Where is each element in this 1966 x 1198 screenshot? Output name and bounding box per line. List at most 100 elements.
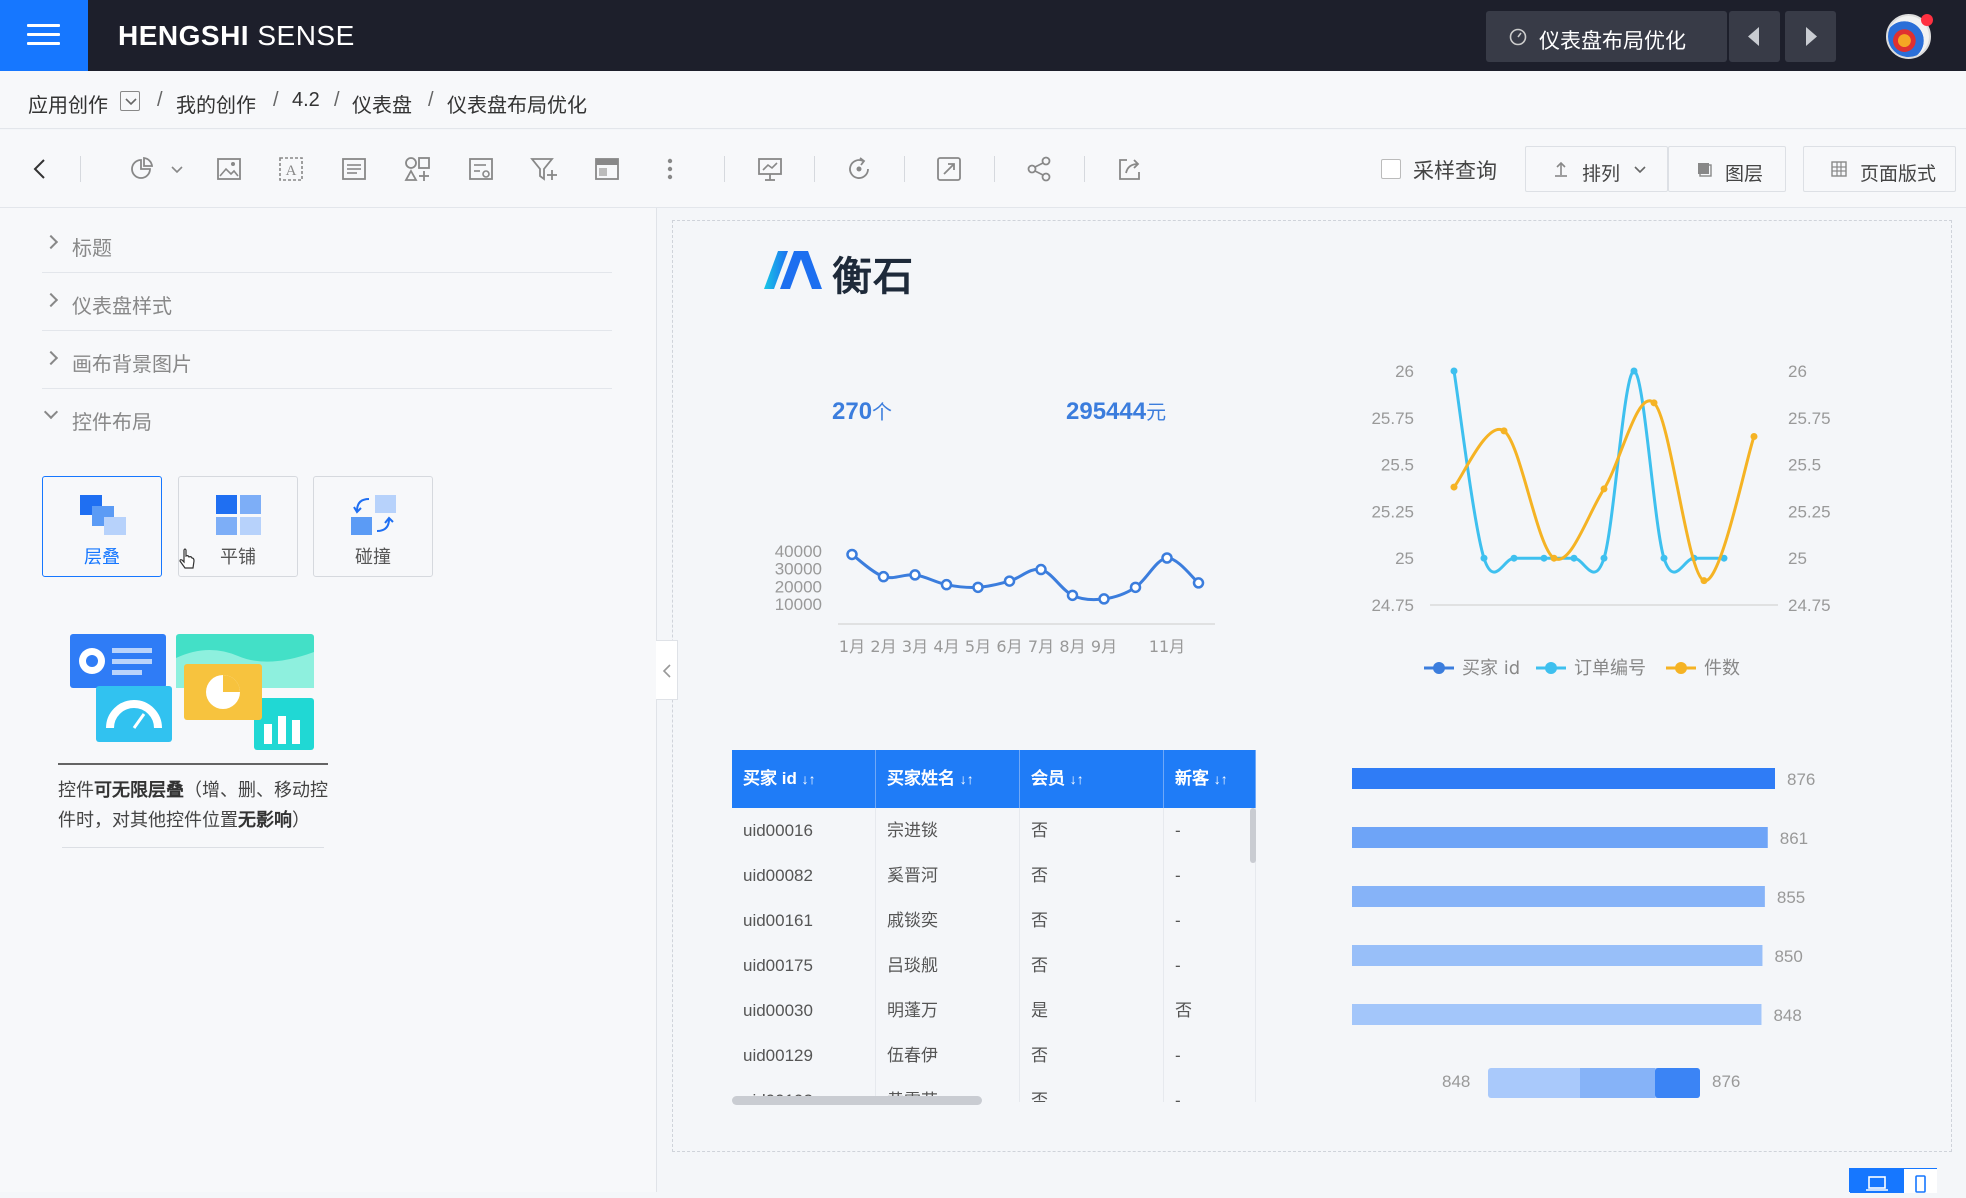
refresh-icon[interactable] — [844, 154, 874, 184]
table-cell: 宗进锬 — [876, 808, 1020, 853]
sort-icon[interactable]: ↓↑ — [960, 771, 974, 787]
layout-option-overlap[interactable]: 层叠 — [42, 476, 162, 577]
dual-axis-line-chart[interactable]: 26 25.75 25.5 25.25 25 24.75 26 25.75 25.5 25.25 2… — [1360, 350, 1870, 690]
sort-icon[interactable]: ↓↑ — [802, 771, 816, 787]
section-component-layout[interactable]: 控件布局 — [42, 389, 612, 447]
table-horizontal-scrollbar[interactable] — [732, 1096, 982, 1105]
collapse-panel-button[interactable] — [656, 640, 678, 700]
menu-icon — [27, 24, 60, 27]
data-point — [1500, 427, 1508, 435]
image-icon[interactable] — [214, 154, 244, 184]
sampling-query-checkbox[interactable] — [1381, 159, 1401, 179]
table-row[interactable]: uid00129 伍春伊否 - — [732, 1033, 1256, 1078]
add-chart-icon[interactable] — [126, 154, 156, 184]
chevron-down-icon[interactable] — [167, 154, 187, 184]
sampling-query-label[interactable]: 采样查询 — [1413, 155, 1497, 185]
breadcrumb-my-creations[interactable]: 我的创作 — [176, 89, 256, 118]
data-point — [877, 570, 890, 583]
kpi-unit: 元 — [1146, 402, 1167, 424]
chevron-left-icon — [662, 664, 671, 678]
y-tick-label-right: 25.5 — [1788, 456, 1821, 475]
table-vertical-scrollbar[interactable] — [1250, 808, 1256, 863]
section-canvas-background[interactable]: 画布背景图片 — [42, 331, 612, 389]
bar — [1352, 768, 1775, 789]
table-cell: 明蓬万 — [876, 988, 1020, 1033]
monthly-line-chart[interactable]: 40000300002000010000 1月 2月 3月 4月 5月 6月 7月 8月 9月 11… — [760, 540, 1220, 670]
section-dashboard-style[interactable]: 仪表盘样式 — [42, 273, 612, 331]
toolbar-divider — [80, 156, 81, 182]
sort-icon[interactable]: ↓↑ — [1070, 771, 1084, 787]
x-tick-label: 7月 — [1028, 637, 1054, 656]
add-component-icon[interactable] — [402, 154, 432, 184]
table-cell: - — [1164, 808, 1256, 853]
filter-add-icon[interactable] — [528, 154, 558, 184]
container-icon[interactable] — [592, 154, 622, 184]
data-point — [1550, 554, 1558, 562]
table-row[interactable]: uid00030 明蓬万是否 — [732, 988, 1256, 1033]
layer-label: 图层 — [1725, 164, 1764, 185]
horizontal-bar-chart[interactable]: 876 861 855 850 848 848 876 — [1340, 750, 1860, 1100]
column-header-label: 会员 — [1031, 769, 1065, 788]
breadcrumb-dashboards[interactable]: 仪表盘 — [352, 89, 412, 118]
hengshi-logo-text: 衡石 — [832, 255, 914, 299]
presentation-icon[interactable] — [755, 154, 785, 184]
table-cell: uid00161 — [732, 898, 876, 943]
desktop-view-button[interactable] — [1850, 1169, 1904, 1193]
next-dashboard-button[interactable] — [1785, 11, 1836, 62]
legend-marker — [1545, 662, 1557, 674]
notification-dot — [1921, 14, 1933, 26]
column-header-member[interactable]: 会员 ↓↑ — [1020, 750, 1164, 808]
breadcrumb-app[interactable]: 4.2 — [292, 89, 320, 112]
chevron-down-icon[interactable] — [120, 91, 140, 111]
layout-option-collision[interactable]: 碰撞 — [313, 476, 433, 577]
chevron-right-icon — [43, 350, 59, 366]
export-icon[interactable] — [1114, 154, 1144, 184]
buyer-table[interactable]: 买家 id ↓↑ 买家姓名 ↓↑ 会员 ↓↑ 新客 ↓↑ uid00016 宗进锬… — [732, 750, 1256, 1102]
table-cell: 否 — [1020, 943, 1164, 988]
brand-logo[interactable]: HENGSHI SENSE — [118, 20, 355, 52]
hamburger-menu-button[interactable] — [0, 0, 88, 71]
brand-bold: HENGSHI — [118, 20, 250, 51]
back-arrow-icon[interactable] — [25, 154, 55, 184]
column-header-label: 买家 id — [743, 769, 797, 788]
share-icon[interactable] — [1024, 154, 1054, 184]
column-header-new-customer[interactable]: 新客 ↓↑ — [1164, 750, 1256, 808]
table-row[interactable]: uid00175 吕琰舰否 - — [732, 943, 1256, 988]
top-bar: HENGSHI SENSE 仪表盘布局优化 — [0, 0, 1966, 71]
breadcrumb-separator: / — [273, 89, 279, 111]
text-icon[interactable]: A — [276, 154, 306, 184]
table-row[interactable]: uid00016 宗进锬否 - — [732, 808, 1256, 853]
section-title[interactable]: 标题 — [42, 215, 612, 273]
table-row[interactable]: uid00082 奚晋河否 - — [732, 853, 1256, 898]
fullscreen-icon[interactable] — [934, 154, 964, 184]
more-vertical-icon[interactable] — [655, 154, 685, 184]
arrange-dropdown-button[interactable]: 排列 — [1525, 146, 1668, 192]
page-layout-button[interactable]: 页面版式 — [1803, 146, 1956, 192]
data-point — [1450, 483, 1458, 491]
prev-dashboard-button[interactable] — [1729, 11, 1780, 62]
editor-toolbar: A 采样查询 排列 图层 页面版式 — [0, 130, 1966, 208]
breadcrumb-app-create[interactable]: 应用创作 — [28, 89, 108, 118]
bar-value-label: 855 — [1777, 888, 1805, 907]
toolbar-divider — [724, 156, 725, 182]
column-header-buyer-name[interactable]: 买家姓名 ↓↑ — [876, 750, 1020, 808]
table-row[interactable]: uid00161 戚锬奕否 - — [732, 898, 1256, 943]
column-header-label: 新客 — [1175, 769, 1209, 788]
data-point — [1003, 575, 1016, 587]
bar — [1352, 827, 1768, 848]
kpi-amount[interactable]: 295444元 — [1066, 396, 1166, 426]
x-tick-label: 4月 — [933, 637, 959, 656]
mobile-view-button[interactable] — [1904, 1169, 1937, 1193]
overlap-illustration — [58, 634, 328, 765]
y-tick-label-left: 25.25 — [1371, 502, 1414, 521]
sort-icon[interactable]: ↓↑ — [1214, 771, 1228, 787]
current-dashboard-pill[interactable]: 仪表盘布局优化 — [1486, 11, 1727, 62]
range-min-label: 848 — [1442, 1072, 1470, 1091]
kpi-count[interactable]: 270个 — [832, 396, 892, 426]
rich-text-icon[interactable] — [339, 154, 369, 184]
filter-control-icon[interactable] — [466, 154, 496, 184]
layer-button[interactable]: 图层 — [1668, 146, 1786, 192]
column-header-buyer-id[interactable]: 买家 id ↓↑ — [732, 750, 876, 808]
layout-option-label: 碰撞 — [355, 547, 391, 567]
caret-left-icon — [1748, 27, 1759, 46]
